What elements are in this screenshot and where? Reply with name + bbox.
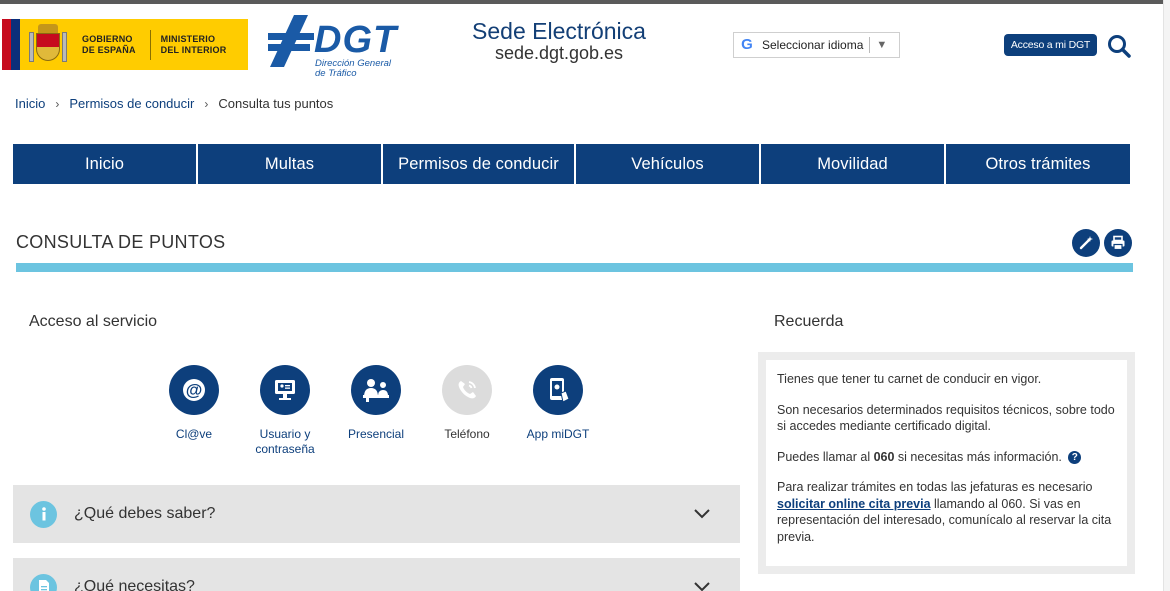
government-of-spain-logo[interactable]: GOBIERNO DE ESPAÑA MINISTERIO DEL INTERI… [2, 19, 248, 70]
accessibility-tool-button[interactable] [1072, 229, 1100, 257]
cita-previa-link[interactable]: solicitar online cita previa [777, 497, 931, 511]
access-my-dgt-button[interactable]: Acceso a mi DGT [1004, 34, 1097, 56]
search-icon[interactable] [1106, 33, 1132, 59]
nav-vehiculos[interactable]: Vehículos [576, 144, 761, 184]
dgt-logo[interactable]: DGT Dirección General de Tráfico [268, 13, 408, 81]
document-icon [30, 573, 57, 591]
recuerda-text-2: Son necesarios determinados requisitos t… [777, 402, 1115, 434]
language-select[interactable]: G Seleccionar idioma ▼ [733, 32, 900, 58]
chevron-down-icon[interactable] [692, 577, 712, 591]
nav-otros-tramites[interactable]: Otros trámites [946, 144, 1130, 184]
gov-text: GOBIERNO DE ESPAÑA [82, 33, 136, 55]
nav-movilidad[interactable]: Movilidad [761, 144, 946, 184]
accordion-que-necesitas[interactable]: ¿Qué necesitas? [13, 558, 740, 591]
accordion-label: ¿Qué necesitas? [74, 578, 195, 591]
recuerda-panel: Tienes que tener tu carnet de conducir e… [758, 352, 1135, 574]
recuerda-text-4: Para realizar trámites en todas las jefa… [777, 480, 1112, 544]
language-select-label: Seleccionar idioma [762, 38, 864, 52]
access-app-midgt-label: App miDGT [526, 427, 590, 441]
breadcrumb-current: Consulta tus puntos [218, 96, 334, 111]
chevron-down-icon[interactable] [692, 504, 712, 524]
dgt-mark-icon [268, 15, 314, 67]
print-icon [1111, 235, 1125, 251]
main-navigation: Inicio Multas Permisos de conducir Vehíc… [13, 144, 1130, 184]
dgt-subtitle: Dirección General de Tráfico [315, 58, 392, 79]
breadcrumb: Inicio › Permisos de conducir › Consulta… [15, 96, 333, 111]
chevron-right-icon: › [204, 96, 209, 111]
window-scrollbar[interactable] [1163, 0, 1170, 591]
phone-number: 060 [873, 449, 895, 464]
breadcrumb-permisos[interactable]: Permisos de conducir [69, 96, 194, 111]
title-underline [16, 263, 1133, 272]
access-telefono: Teléfono [422, 365, 512, 442]
nav-multas[interactable]: Multas [198, 144, 383, 184]
access-telefono-label: Teléfono [444, 427, 490, 441]
eu-flag-strip [2, 19, 20, 70]
chevron-right-icon: › [55, 96, 60, 111]
magic-wand-icon [1079, 236, 1093, 250]
access-user-password[interactable]: Usuario y contraseña [240, 365, 330, 457]
access-clave[interactable]: @ Cl@ve [149, 365, 239, 442]
info-icon [30, 500, 57, 528]
accordion-que-debes-saber[interactable]: ¿Qué debes saber? [13, 485, 740, 543]
access-clave-label: Cl@ve [175, 427, 213, 441]
svg-text:@: @ [186, 381, 203, 400]
phone-icon [442, 365, 492, 415]
recuerda-content: Tienes que tener tu carnet de conducir e… [766, 360, 1127, 566]
mobile-app-icon [533, 365, 583, 415]
access-user-password-label: Usuario y contraseña [255, 427, 315, 456]
nav-permisos[interactable]: Permisos de conducir [383, 144, 576, 184]
dgt-wordmark: DGT [314, 19, 398, 61]
at-sign-icon: @ [169, 365, 219, 415]
google-icon: G [741, 36, 753, 53]
recuerda-heading: Recuerda [774, 313, 844, 330]
in-person-icon [351, 365, 401, 415]
coat-of-arms-icon [28, 23, 68, 66]
accordion-label: ¿Qué debes saber? [74, 505, 216, 522]
print-button[interactable] [1104, 229, 1132, 257]
access-app-midgt[interactable]: App miDGT [513, 365, 603, 442]
breadcrumb-home[interactable]: Inicio [15, 96, 45, 111]
recuerda-text-1: Tienes que tener tu carnet de conducir e… [777, 372, 1042, 386]
page-title: CONSULTA DE PUNTOS [16, 232, 226, 252]
sede-electronica-title[interactable]: Sede Electrónica sede.dgt.gob.es [468, 18, 650, 63]
ministry-text: MINISTERIO DEL INTERIOR [160, 33, 227, 55]
top-border [0, 0, 1163, 4]
computer-user-icon [260, 365, 310, 415]
sede-title: Sede Electrónica [472, 18, 646, 44]
access-presencial[interactable]: Presencial [331, 365, 421, 442]
access-presencial-label: Presencial [347, 427, 405, 441]
sede-url: sede.dgt.gob.es [494, 43, 624, 63]
recuerda-text-3: Puedes llamar al 060 si necesitas más in… [777, 449, 1116, 466]
nav-inicio[interactable]: Inicio [13, 144, 198, 184]
help-icon[interactable]: ? [1068, 450, 1082, 464]
access-heading: Acceso al servicio [29, 313, 158, 330]
dropdown-arrow-icon: ▼ [876, 39, 888, 51]
